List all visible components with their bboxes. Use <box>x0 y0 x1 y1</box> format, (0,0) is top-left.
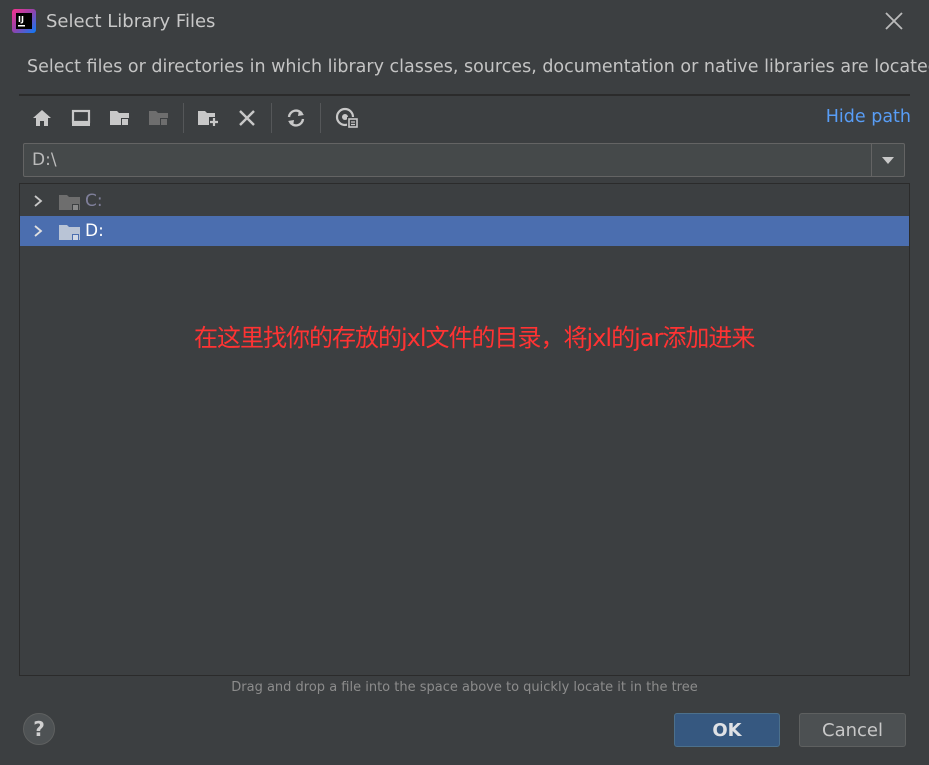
tree-item-c-drive[interactable]: C: <box>20 186 909 216</box>
new-folder-icon <box>198 111 219 127</box>
file-tree[interactable]: C: D: <box>19 183 910 676</box>
project-folder-icon <box>110 111 129 126</box>
drive-folder-icon <box>59 225 80 240</box>
delete-button[interactable] <box>232 103 262 133</box>
path-combobox[interactable] <box>23 143 905 177</box>
desktop-button[interactable] <box>66 103 96 133</box>
toolbar-separator <box>183 103 184 133</box>
dialog-title: Select Library Files <box>46 11 216 32</box>
desktop-icon <box>71 109 91 126</box>
tree-item-label: D: <box>85 221 104 241</box>
chevron-right-icon[interactable] <box>32 194 44 208</box>
home-button[interactable] <box>27 103 57 133</box>
chevron-down-icon <box>882 157 894 164</box>
divider <box>19 94 910 96</box>
path-dropdown-button[interactable] <box>871 144 904 176</box>
hide-path-link[interactable]: Hide path <box>826 107 911 127</box>
ok-button[interactable]: OK <box>674 713 780 747</box>
annotation-text: 在这里找你的存放的jxl文件的目录，将jxl的jar添加进来 <box>194 324 755 352</box>
refresh-button[interactable] <box>281 103 311 133</box>
title-bar: IJ Select Library Files <box>0 0 929 44</box>
toolbar-separator <box>271 103 272 133</box>
tree-item-d-drive[interactable]: D: <box>20 216 909 246</box>
drag-drop-hint: Drag and drop a file into the space abov… <box>231 680 698 695</box>
intellij-app-icon: IJ <box>12 9 36 33</box>
path-input[interactable] <box>32 144 872 176</box>
module-folder-icon <box>149 111 168 126</box>
close-button[interactable] <box>883 10 905 32</box>
toolbar <box>20 100 910 136</box>
help-button[interactable]: ? <box>23 713 55 745</box>
chevron-right-icon[interactable] <box>32 224 44 238</box>
svg-text:IJ: IJ <box>18 15 24 24</box>
cancel-button[interactable]: Cancel <box>799 713 906 747</box>
tree-item-label: C: <box>85 191 103 211</box>
drive-folder-icon <box>59 195 80 210</box>
project-folder-button[interactable] <box>105 103 135 133</box>
new-folder-button[interactable] <box>193 103 223 133</box>
show-hidden-icon <box>335 107 358 128</box>
dialog-description: Select files or directories in which lib… <box>27 57 929 77</box>
home-icon <box>33 110 51 126</box>
module-folder-button[interactable] <box>144 103 174 133</box>
show-hidden-button[interactable] <box>332 103 362 133</box>
close-icon <box>885 12 903 30</box>
delete-icon <box>239 110 255 126</box>
refresh-icon <box>287 109 305 127</box>
toolbar-separator <box>320 103 321 133</box>
